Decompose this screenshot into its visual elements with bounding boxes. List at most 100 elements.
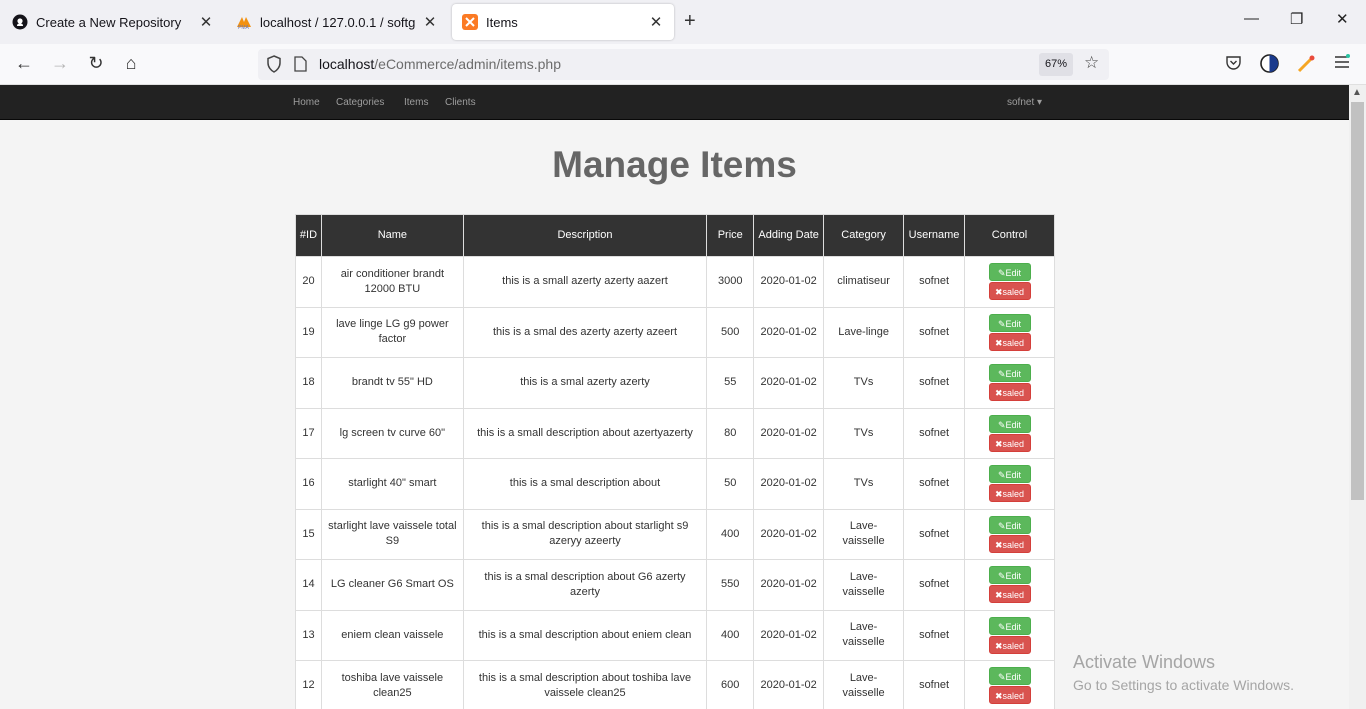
delete-button[interactable]: ✖saled <box>988 686 1031 705</box>
cell-name: toshiba lave vaissele clean25 <box>320 660 464 709</box>
delete-button[interactable]: ✖saled <box>988 383 1031 402</box>
watermark-title: Activate Windows <box>1073 652 1216 672</box>
cell-description: this is a smal description about G6 azer… <box>462 559 708 611</box>
bookmark-star-icon[interactable]: ☆ <box>1084 53 1099 73</box>
edit-button[interactable]: ✎Edit <box>988 566 1031 585</box>
edit-button[interactable]: ✎Edit <box>988 263 1031 282</box>
cell-category: climatiseur <box>823 256 905 308</box>
phpmyadmin-icon: PMA <box>236 14 252 30</box>
tab-create-repository[interactable]: Create a New Repository ✕ <box>2 4 224 40</box>
scroll-up-icon[interactable]: ▲ <box>1352 87 1362 98</box>
zoom-level[interactable]: 67% <box>1039 53 1073 76</box>
tab-title: localhost / 127.0.0.1 / softgram <box>260 14 416 30</box>
edit-button[interactable]: ✎Edit <box>988 364 1031 383</box>
activate-windows-watermark: Activate Windows Go to Settings to activ… <box>1073 652 1294 693</box>
page-title: Manage Items <box>552 144 797 185</box>
table-header-row: #ID Name Description Price Adding Date C… <box>295 214 1055 257</box>
edit-button[interactable]: ✎Edit <box>988 616 1031 635</box>
edit-button[interactable]: ✎Edit <box>988 313 1031 332</box>
cell-date: 2020-01-02 <box>753 660 825 709</box>
nav-clients[interactable]: Clients <box>445 97 476 108</box>
edit-button[interactable]: ✎Edit <box>988 515 1031 534</box>
delete-button[interactable]: ✖saled <box>988 534 1031 553</box>
delete-button[interactable]: ✖saled <box>988 484 1031 503</box>
menu-icon[interactable] <box>1334 54 1350 75</box>
close-icon: ✖ <box>994 590 1003 601</box>
cell-name: LG cleaner G6 Smart OS <box>320 559 464 611</box>
close-icon: ✖ <box>994 287 1003 298</box>
cell-price: 400 <box>706 508 755 560</box>
new-tab-icon[interactable]: + <box>684 10 696 33</box>
scrollbar-thumb[interactable] <box>1351 102 1364 500</box>
edit-label: Edit <box>1005 571 1022 582</box>
tab-phpmyadmin[interactable]: PMA localhost / 127.0.0.1 / softgram ✕ <box>226 4 448 40</box>
delete-button[interactable]: ✖saled <box>988 282 1031 301</box>
user-dropdown[interactable]: sofnet ▾ <box>1007 97 1042 108</box>
nav-categories[interactable]: Categories <box>336 97 384 108</box>
github-icon <box>12 14 28 30</box>
edit-icon: ✎ <box>997 470 1006 481</box>
edit-icon: ✎ <box>997 318 1006 329</box>
minimize-icon[interactable]: — <box>1244 10 1259 27</box>
table-row: 12 toshiba lave vaissele clean25 this is… <box>295 660 1055 709</box>
cell-price: 500 <box>706 306 755 358</box>
cell-price: 80 <box>706 407 755 459</box>
edit-label: Edit <box>1005 369 1022 380</box>
back-icon[interactable]: ← <box>13 53 35 74</box>
close-tab-icon[interactable]: ✕ <box>198 13 214 31</box>
close-tab-icon[interactable]: ✕ <box>648 13 664 31</box>
shield-icon[interactable] <box>266 55 282 78</box>
cell-category: TVs <box>823 357 905 409</box>
delete-button[interactable]: ✖saled <box>988 433 1031 452</box>
color-picker-icon[interactable] <box>1297 54 1316 78</box>
cell-category: Lave-linge <box>823 306 905 358</box>
cell-description: this is a smal description about eniem c… <box>462 609 708 661</box>
edit-icon: ✎ <box>997 419 1006 430</box>
close-icon: ✖ <box>994 337 1003 348</box>
header-name: Name <box>320 214 464 257</box>
cell-category: Lave-vaisselle <box>823 660 905 709</box>
cell-date: 2020-01-02 <box>753 559 825 611</box>
svg-text:PMA: PMA <box>238 25 250 30</box>
extension-icon[interactable] <box>1260 54 1279 78</box>
table-row: 14 LG cleaner G6 Smart OS this is a smal… <box>295 559 1055 611</box>
home-icon[interactable]: ⌂ <box>120 53 142 74</box>
close-tab-icon[interactable]: ✕ <box>422 13 438 31</box>
restore-icon[interactable]: ❐ <box>1290 10 1303 28</box>
close-window-icon[interactable]: ✕ <box>1336 10 1349 28</box>
cell-id: 14 <box>295 559 322 611</box>
cell-name: starlight lave vaissele total S9 <box>320 508 464 560</box>
vertical-scrollbar[interactable]: ▲ <box>1349 85 1366 709</box>
forward-icon[interactable]: → <box>49 53 71 74</box>
url-text[interactable]: localhost/eCommerce/admin/items.php <box>319 56 561 72</box>
edit-icon: ✎ <box>997 369 1006 380</box>
address-bar[interactable]: localhost/eCommerce/admin/items.php 67% … <box>258 49 1109 80</box>
reload-icon[interactable]: ↻ <box>85 53 107 74</box>
header-description: Description <box>462 214 708 257</box>
tab-items[interactable]: Items ✕ <box>452 4 674 40</box>
items-table: #ID Name Description Price Adding Date C… <box>295 214 1055 709</box>
nav-items[interactable]: Items <box>404 97 428 108</box>
cell-description: this is a small description about azerty… <box>462 407 708 459</box>
pocket-icon[interactable] <box>1225 54 1242 76</box>
nav-home[interactable]: Home <box>293 97 320 108</box>
tab-title: Items <box>486 14 518 30</box>
cell-date: 2020-01-02 <box>753 508 825 560</box>
edit-button[interactable]: ✎Edit <box>988 667 1031 686</box>
header-id: #ID <box>295 214 322 257</box>
edit-button[interactable]: ✎Edit <box>988 465 1031 484</box>
delete-button[interactable]: ✖saled <box>988 332 1031 351</box>
close-icon: ✖ <box>994 691 1003 702</box>
edit-button[interactable]: ✎Edit <box>988 414 1031 433</box>
delete-label: saled <box>1002 287 1025 298</box>
cell-control: ✎Edit ✖saled <box>964 559 1055 611</box>
delete-label: saled <box>1002 438 1025 449</box>
cell-control: ✎Edit ✖saled <box>964 508 1055 560</box>
cell-control: ✎Edit ✖saled <box>964 458 1055 510</box>
cell-username: sofnet <box>903 458 966 510</box>
delete-button[interactable]: ✖saled <box>988 635 1031 654</box>
page-icon[interactable] <box>294 56 307 77</box>
delete-button[interactable]: ✖saled <box>988 585 1031 604</box>
cell-date: 2020-01-02 <box>753 609 825 661</box>
cell-price: 3000 <box>706 256 755 308</box>
